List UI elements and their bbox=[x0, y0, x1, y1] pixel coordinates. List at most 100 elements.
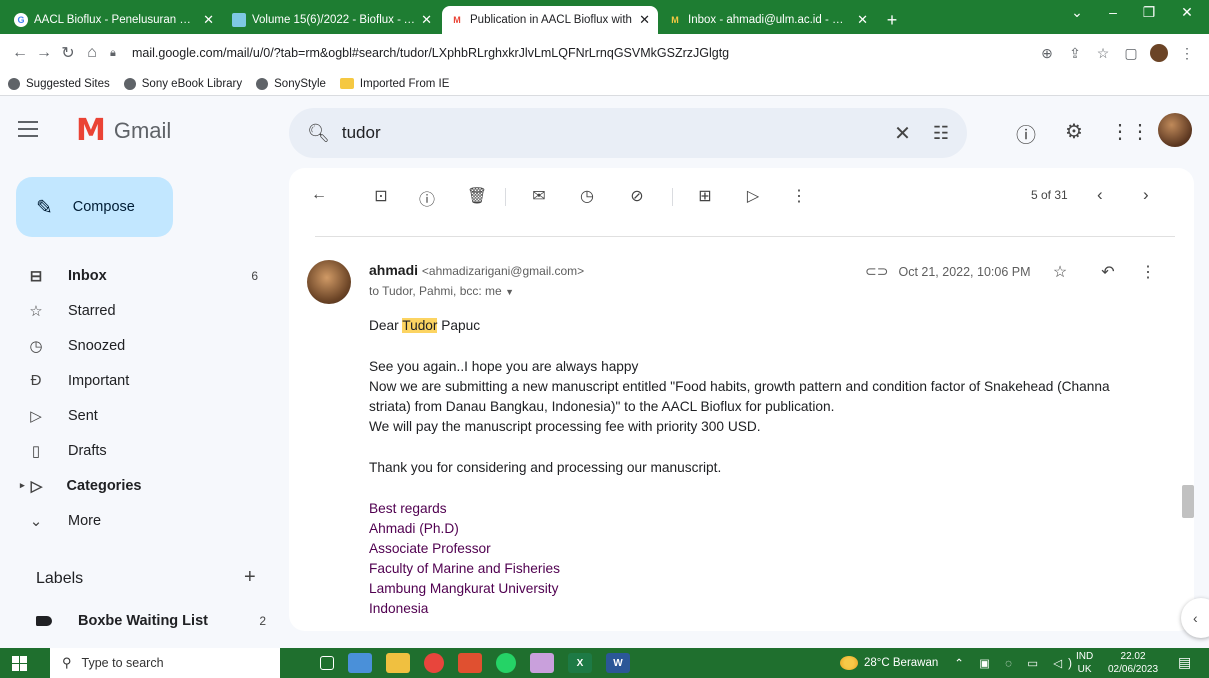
share-icon[interactable]: ⇪ bbox=[1061, 45, 1089, 62]
bookmark-sonystyle[interactable]: SonyStyle bbox=[256, 77, 326, 90]
expand-arrow-icon[interactable]: ▸ bbox=[20, 480, 25, 491]
app-icon[interactable] bbox=[458, 653, 482, 673]
apps-grid-icon[interactable]: ⋮⋮ bbox=[1110, 119, 1150, 144]
add-to-tasks-icon[interactable]: ⊘ bbox=[625, 186, 649, 206]
label-name: Boxbe Waiting List bbox=[78, 613, 208, 629]
search-options-icon[interactable]: ☷ bbox=[933, 123, 949, 144]
excel-icon[interactable]: X bbox=[568, 653, 592, 673]
message-more-icon[interactable]: ⋮ bbox=[1137, 262, 1159, 282]
language-indicator[interactable]: IND UK bbox=[1076, 650, 1093, 676]
report-spam-icon[interactable]: ⓘ bbox=[415, 186, 439, 210]
archive-icon[interactable]: ⊡ bbox=[369, 186, 393, 206]
task-view-icon[interactable] bbox=[320, 656, 334, 670]
back-icon[interactable]: ← bbox=[8, 44, 32, 62]
reload-icon[interactable]: ↻ bbox=[56, 43, 80, 63]
sidebar-item-label: Important bbox=[68, 372, 130, 389]
scrollbar-thumb[interactable] bbox=[1182, 485, 1194, 518]
sidebar-item-drafts[interactable]: ▯ Drafts bbox=[0, 433, 280, 468]
sidebar-item-sent[interactable]: ▷ Sent bbox=[0, 398, 280, 433]
pager-text: 5 of 31 bbox=[1031, 188, 1068, 202]
taskbar-search[interactable]: ⚲ Type to search bbox=[50, 648, 280, 678]
tab-inbox[interactable]: M Inbox - ahmadi@ulm.ac.id - Univ ✕ bbox=[660, 6, 876, 34]
gmail-icon: M bbox=[671, 15, 679, 25]
minimize-button[interactable]: – bbox=[1098, 4, 1128, 20]
side-panel-icon[interactable]: ▢ bbox=[1117, 45, 1145, 62]
snooze-icon[interactable]: ◷ bbox=[575, 186, 599, 206]
close-icon[interactable]: ✕ bbox=[421, 12, 432, 28]
account-avatar[interactable] bbox=[1158, 113, 1192, 147]
help-icon[interactable]: ⓘ bbox=[1012, 119, 1040, 148]
sender-name[interactable]: ahmadi bbox=[369, 262, 418, 278]
bookmark-sony-ebook[interactable]: Sony eBook Library bbox=[123, 77, 242, 90]
home-icon[interactable]: ⌂ bbox=[80, 44, 104, 62]
sidebar-item-starred[interactable]: ☆ Starred bbox=[0, 293, 280, 328]
bookmark-suggested-sites[interactable]: Suggested Sites bbox=[8, 77, 110, 90]
notification-icon[interactable]: ▤ bbox=[1178, 654, 1191, 671]
new-tab-button[interactable]: + bbox=[878, 6, 906, 34]
add-label-button[interactable]: + bbox=[244, 566, 256, 589]
weather-text[interactable]: 28°C Berawan bbox=[864, 657, 938, 669]
restore-button[interactable]: ❐ bbox=[1134, 4, 1164, 21]
delete-icon[interactable]: 🗑︎ bbox=[465, 186, 489, 206]
sidebar-item-label: Categories bbox=[66, 477, 142, 494]
bookmark-star-icon[interactable]: ☆ bbox=[1089, 45, 1117, 62]
search-input[interactable] bbox=[341, 123, 895, 143]
older-icon[interactable]: › bbox=[1143, 185, 1149, 205]
word-icon[interactable]: W bbox=[606, 653, 630, 673]
file-explorer-icon[interactable] bbox=[386, 653, 410, 673]
chrome-icon[interactable] bbox=[424, 653, 444, 673]
send-icon: ▷ bbox=[30, 407, 42, 425]
back-to-list-icon[interactable]: ← bbox=[307, 186, 331, 204]
taskbar-clock[interactable]: 22.02 02/06/2023 bbox=[1108, 650, 1158, 676]
search-bar: 🔍︎ ✕ ☷ bbox=[289, 108, 967, 158]
bookmark-imported[interactable]: Imported From IE bbox=[339, 78, 449, 90]
compose-button[interactable]: ✎ Compose bbox=[16, 177, 173, 237]
move-to-icon[interactable]: ⊞ bbox=[693, 186, 717, 206]
close-icon[interactable]: ✕ bbox=[857, 12, 868, 28]
sidebar-item-categories[interactable]: ▸ ▷ Categories bbox=[0, 468, 280, 503]
sidebar-item-more[interactable]: ⌄ More bbox=[0, 503, 280, 538]
profile-avatar[interactable] bbox=[1145, 44, 1173, 63]
newer-icon[interactable]: ‹ bbox=[1097, 185, 1103, 205]
main-menu-icon[interactable] bbox=[16, 117, 40, 141]
zoom-icon[interactable]: ⊕ bbox=[1033, 45, 1061, 62]
divider bbox=[315, 236, 1175, 237]
windows-start-icon[interactable] bbox=[12, 655, 40, 671]
whatsapp-icon[interactable] bbox=[496, 653, 516, 673]
more-options-icon[interactable]: ⋮ bbox=[787, 186, 811, 206]
app-icon[interactable] bbox=[348, 653, 372, 673]
tray-icons[interactable]: ⌃ ▣ ◌ ▭ ◁) bbox=[954, 656, 1078, 670]
browser-menu-icon[interactable]: ⋮ bbox=[1173, 45, 1201, 62]
sidebar-item-important[interactable]: Ɖ Important bbox=[0, 363, 280, 398]
app-icon[interactable] bbox=[530, 653, 554, 673]
label-item-boxbe[interactable]: Boxbe Waiting List 2 bbox=[36, 613, 266, 629]
close-icon[interactable]: ✕ bbox=[639, 12, 650, 28]
tab-search-icon[interactable]: ⌄ bbox=[1062, 4, 1092, 21]
star-message-icon[interactable]: ☆ bbox=[1049, 262, 1071, 282]
sidebar-item-inbox[interactable]: ⊟ Inbox 6 bbox=[0, 258, 280, 293]
tab-publication[interactable]: M Publication in AACL Bioflux with ✕ bbox=[442, 6, 658, 34]
message-panel: ← ⊡ ⓘ 🗑︎ ✉ ◷ ⊘ ⊞ ▷ ⋮ 5 of 31 ‹ › ahmadi … bbox=[289, 168, 1194, 631]
forward-icon[interactable]: → bbox=[32, 44, 56, 62]
mark-unread-icon[interactable]: ✉ bbox=[527, 186, 551, 206]
settings-gear-icon[interactable]: ⚙ bbox=[1060, 119, 1088, 144]
address-bar[interactable]: 🔒︎ mail.google.com/mail/u/0/?tab=rm&ogbl… bbox=[110, 39, 1033, 67]
side-panel-toggle[interactable]: ‹ bbox=[1181, 598, 1209, 638]
tab-bioflux[interactable]: Volume 15(6)/2022 - Bioflux - Aq ✕ bbox=[224, 6, 440, 34]
search-highlight: Tudor bbox=[402, 318, 438, 333]
gmail-logo[interactable]: M Gmail bbox=[76, 113, 171, 148]
search-icon[interactable]: 🔍︎ bbox=[307, 123, 330, 144]
lang-top: IND bbox=[1076, 651, 1094, 662]
clear-search-icon[interactable]: ✕ bbox=[894, 121, 911, 146]
reply-icon[interactable]: ↶ bbox=[1097, 262, 1119, 282]
close-window-button[interactable]: ✕ bbox=[1172, 4, 1202, 21]
tab-google-search[interactable]: G AACL Bioflux - Penelusuran Goog ✕ bbox=[6, 6, 222, 34]
labels-icon[interactable]: ▷ bbox=[741, 186, 765, 206]
sidebar-item-snoozed[interactable]: ◷ Snoozed bbox=[0, 328, 280, 363]
recipients[interactable]: to Tudor, Pahmi, bcc: me ▼ bbox=[369, 284, 514, 298]
signature-line: Ahmadi (Ph.D) bbox=[369, 521, 459, 536]
close-icon[interactable]: ✕ bbox=[203, 12, 214, 28]
caret-down-icon[interactable]: ▼ bbox=[505, 287, 514, 297]
sender-avatar[interactable] bbox=[307, 260, 351, 304]
body-line: Thank you for considering and processing… bbox=[369, 460, 722, 475]
